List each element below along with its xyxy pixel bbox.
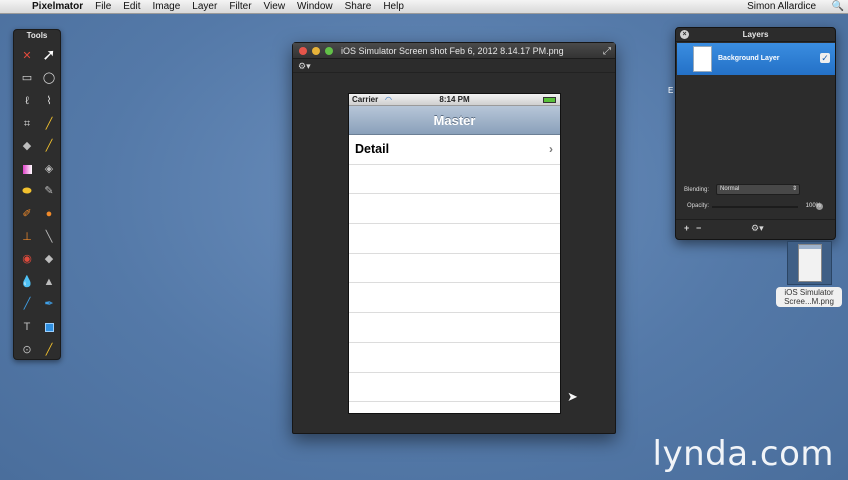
menu-window[interactable]: Window <box>291 0 339 14</box>
opacity-slider[interactable] <box>712 206 798 208</box>
desktop-partial-label: E <box>668 86 674 95</box>
table-row <box>349 373 560 403</box>
desktop-file-icon[interactable]: iOS Simulator Scree...M.png <box>774 241 844 307</box>
hand-tool-icon[interactable]: ╱ <box>38 339 60 362</box>
add-layer-button[interactable]: + <box>684 223 689 233</box>
brush-tool-icon[interactable]: ✐ <box>16 203 38 226</box>
window-zoom-button[interactable] <box>325 47 333 55</box>
tools-palette-title: Tools <box>26 31 48 40</box>
sponge-tool-icon[interactable]: ◆ <box>38 248 60 271</box>
gear-menu-icon[interactable]: ⚙▾ <box>298 61 311 71</box>
table-row <box>349 165 560 195</box>
blending-value: Normal <box>720 186 740 192</box>
layer-row-background[interactable]: Background Layer ✓ <box>677 43 835 75</box>
blur-tool-icon[interactable]: 💧 <box>16 271 38 294</box>
lynda-watermark: lynda.com <box>652 434 834 474</box>
ios-status-bar: Carrier ◠ 8:14 PM <box>349 94 560 106</box>
blending-label: Blending: <box>684 187 710 193</box>
burn-tool-icon[interactable]: ● <box>38 203 60 226</box>
table-row <box>349 402 560 413</box>
image-window-title: iOS Simulator Screen shot Feb 6, 2012 8.… <box>341 46 564 56</box>
menu-image[interactable]: Image <box>147 0 187 14</box>
close-tool-icon[interactable]: ✕ <box>16 45 38 68</box>
user-name[interactable]: Simon Allardice <box>735 0 828 14</box>
ios-time: 8:14 PM <box>439 95 470 104</box>
eraser-tool-icon[interactable]: ◆ <box>16 135 38 158</box>
menu-app-pixelmator[interactable]: Pixelmator <box>28 0 89 14</box>
opacity-value: 100% <box>805 203 821 209</box>
menu-view[interactable]: View <box>258 0 292 14</box>
menu-file[interactable]: File <box>89 0 117 14</box>
image-window-toolbar: ⚙▾ <box>293 59 615 73</box>
lasso-tool-icon[interactable]: ℓ <box>16 90 38 113</box>
layer-thumbnail <box>693 46 712 72</box>
file-thumbnail <box>787 241 832 285</box>
pen-tool-icon[interactable]: ✒ <box>38 294 60 317</box>
move-tool-icon[interactable]: ➚ <box>38 45 60 68</box>
spray-tool-icon[interactable]: ✎ <box>38 181 60 204</box>
table-row <box>349 343 560 373</box>
pencil-tool-icon[interactable]: ╱ <box>38 135 60 158</box>
layer-name: Background Layer <box>718 55 780 62</box>
gradient-tool-icon[interactable] <box>16 158 38 181</box>
layers-panel-header[interactable]: × Layers <box>676 28 835 42</box>
sharpen-tool-icon[interactable]: ▲ <box>38 271 60 294</box>
table-row <box>349 254 560 284</box>
table-row-label: Detail <box>355 142 390 156</box>
fill-tool-icon[interactable]: ⬬ <box>16 181 38 204</box>
opacity-label: Opacity: <box>687 203 710 209</box>
polygon-lasso-tool-icon[interactable]: ⌇ <box>38 90 60 113</box>
layer-gear-icon[interactable]: ⚙▾ <box>751 223 764 234</box>
spotlight-icon[interactable]: 🔍 <box>828 0 848 14</box>
layers-panel: × Layers Background Layer ✓ Blending: No… <box>675 27 836 240</box>
text-tool-icon[interactable]: T <box>16 316 38 339</box>
rect-select-tool-icon[interactable]: ▭ <box>16 68 38 91</box>
mouse-cursor-icon: ➤ <box>567 389 578 404</box>
menu-filter[interactable]: Filter <box>223 0 257 14</box>
table-row <box>349 224 560 254</box>
window-minimize-button[interactable] <box>312 47 320 55</box>
red-eye-tool-icon[interactable]: ◉ <box>16 248 38 271</box>
menu-help[interactable]: Help <box>377 0 410 14</box>
remove-layer-button[interactable]: − <box>696 223 701 233</box>
layers-panel-title: Layers <box>742 30 769 39</box>
battery-icon <box>543 97 556 103</box>
heal-tool-icon[interactable]: ╲ <box>38 226 60 249</box>
window-close-button[interactable] <box>299 47 307 55</box>
table-row[interactable]: Detail › <box>349 135 560 165</box>
stamp-tool-icon[interactable]: ⊥ <box>16 226 38 249</box>
table-row <box>349 283 560 314</box>
table-row <box>349 313 560 343</box>
eyedropper-tool-icon[interactable]: ╱ <box>38 113 60 136</box>
image-window: iOS Simulator Screen shot Feb 6, 2012 8.… <box>292 42 616 434</box>
shape-tool-icon[interactable] <box>38 316 60 339</box>
smudge-tool-icon[interactable]: ╱ <box>16 294 38 317</box>
fullscreen-icon[interactable]: ⤢ <box>603 44 611 60</box>
layer-visibility-checkbox[interactable]: ✓ <box>820 53 830 63</box>
layers-panel-footer: + − ⚙▾ <box>676 219 835 239</box>
ios-simulator-canvas[interactable]: Carrier ◠ 8:14 PM Master Detail › <box>348 93 561 414</box>
menu-share[interactable]: Share <box>339 0 378 14</box>
blending-select[interactable]: Normal ⇕ <box>716 184 800 195</box>
ellipse-select-tool-icon[interactable]: ◯ <box>38 68 60 91</box>
menu-edit[interactable]: Edit <box>117 0 146 14</box>
table-row <box>349 194 560 225</box>
ios-nav-title: Master <box>349 106 560 135</box>
zoom-tool-icon[interactable]: ⊙ <box>16 339 38 362</box>
tools-palette: Tools ✕ ➚ ▭ ◯ ℓ ⌇ ⌗ ╱ ◆ ╱ ◈ ⬬ ✎ ✐ ● ⊥ ╲ … <box>13 29 61 360</box>
select-arrows-icon: ⇕ <box>791 186 797 192</box>
paint-bucket-tool-icon[interactable]: ◈ <box>38 158 60 181</box>
disclosure-chevron-icon: › <box>549 142 553 156</box>
menu-layer[interactable]: Layer <box>186 0 223 14</box>
close-icon[interactable]: × <box>680 30 689 39</box>
desktop-file-name: iOS Simulator Scree...M.png <box>776 287 842 307</box>
image-window-titlebar[interactable]: iOS Simulator Screen shot Feb 6, 2012 8.… <box>293 43 615 59</box>
crop-tool-icon[interactable]: ⌗ <box>16 113 38 136</box>
menu-bar: Pixelmator File Edit Image Layer Filter … <box>0 0 848 14</box>
